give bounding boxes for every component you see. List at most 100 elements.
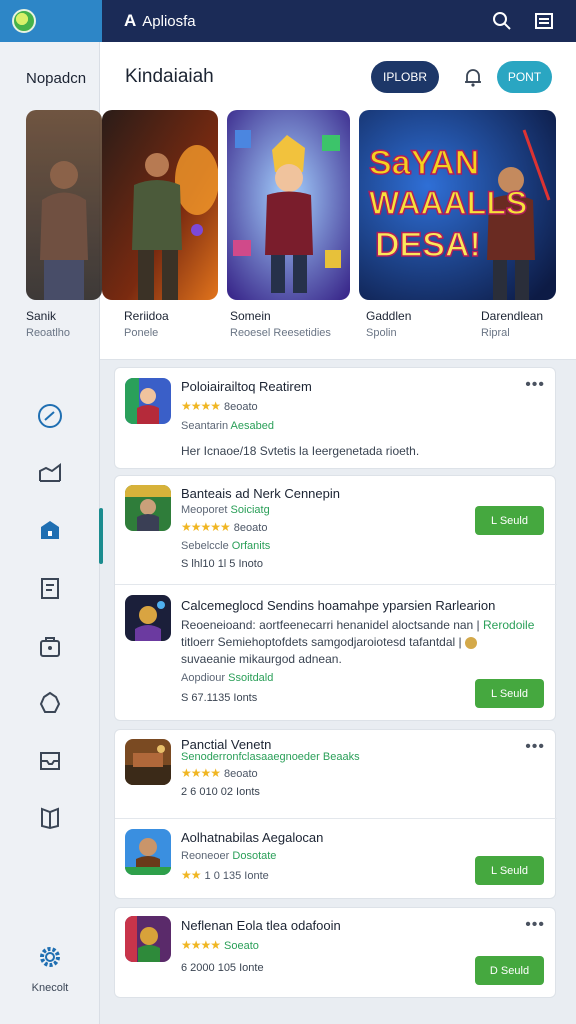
featured-card-1-title: Sanik bbox=[26, 309, 57, 323]
rating-text: 8eoato bbox=[224, 768, 258, 780]
app-icon bbox=[125, 378, 171, 424]
featured-card-1[interactable] bbox=[26, 110, 102, 300]
sidebar-item-inbox[interactable] bbox=[0, 732, 100, 790]
app-size: S 67.1135 Ionts bbox=[181, 692, 258, 704]
list-item[interactable]: Aolhatnabilas Aegalocan Reoneoer Dosotat… bbox=[115, 818, 557, 900]
sidebar-nav bbox=[0, 387, 103, 848]
desc-highlight: Rerodoile bbox=[483, 618, 535, 632]
sidebar-item-puzzle[interactable] bbox=[0, 675, 100, 733]
featured-card-2-sub: Ponele bbox=[124, 327, 159, 339]
inbox-icon bbox=[40, 751, 60, 770]
app-title: Poloiairailtoq Reatirem bbox=[181, 379, 312, 394]
sidebar-item-home[interactable] bbox=[0, 502, 103, 564]
app-size: 6 2000 105 Ionte bbox=[181, 962, 264, 974]
get-button[interactable]: L Seuld bbox=[475, 506, 544, 535]
app-icon bbox=[125, 739, 171, 785]
app-list-panel-4: Neflenan Eola tlea odafooin ★★★★ Soeato 6… bbox=[114, 907, 556, 998]
card-4-art: SaYAN WAAALLS DESA! bbox=[359, 110, 556, 300]
brand-mark: A bbox=[124, 11, 137, 30]
top-bar: A Apliosfa bbox=[0, 0, 576, 42]
card-3-art bbox=[227, 110, 350, 300]
game-thumbnail-icon bbox=[125, 595, 171, 641]
app-size: 2 6 010 02 Ionts bbox=[181, 786, 260, 798]
list-item[interactable]: Banteais ad Nerk Cennepin Meoporet Soici… bbox=[115, 476, 557, 584]
card-2-art bbox=[102, 110, 218, 300]
rating-stars: ★★★★★ 8eoato bbox=[181, 520, 268, 534]
sidebar-item-clipboard[interactable] bbox=[0, 560, 100, 618]
app-title: Panctial Venetn bbox=[181, 737, 272, 752]
app-list-panel-2: Banteais ad Nerk Cennepin Meoporet Soici… bbox=[114, 475, 557, 722]
app-icon bbox=[125, 485, 171, 531]
logo-area[interactable] bbox=[0, 0, 102, 42]
tag-prefix: Meoporet bbox=[181, 504, 228, 516]
banner-line-1: SaYAN bbox=[369, 144, 479, 182]
bell-icon[interactable] bbox=[462, 66, 484, 88]
featured-card-2-title: Reriidoa bbox=[124, 309, 169, 323]
game-thumbnail-icon bbox=[125, 739, 171, 785]
app-description-line-1: Reoeneioand: aortfeenecarri henanidel al… bbox=[181, 618, 534, 632]
featured-card-3-sub: Reoesel Reesetidies bbox=[230, 327, 331, 339]
app-size: 1 0 135 Ionte bbox=[204, 870, 269, 882]
tag-highlight: Senoderronfclasaaegnoeder Beaaks bbox=[181, 751, 360, 763]
coin-icon bbox=[464, 636, 477, 649]
more-options-icon[interactable]: ••• bbox=[525, 738, 545, 756]
sidebar-item-book[interactable] bbox=[0, 790, 100, 848]
brand-name: Apliosfa bbox=[142, 12, 196, 30]
sidebar-item-bag[interactable] bbox=[0, 617, 100, 675]
featured-card-5-title: Darendlean bbox=[481, 309, 544, 323]
gauge-icon bbox=[38, 403, 62, 428]
banner-line-2: WAAALLS bbox=[369, 185, 527, 221]
get-button[interactable]: D Seuld bbox=[475, 956, 544, 985]
list-item[interactable]: Neflenan Eola tlea odafooin ★★★★ Soeato 6… bbox=[115, 908, 557, 999]
sidebar-title: Nopadcn bbox=[26, 70, 87, 87]
app-logo[interactable] bbox=[12, 9, 36, 33]
game-thumbnail-icon bbox=[125, 916, 171, 962]
tag-prefix: Aopdiour bbox=[181, 672, 226, 684]
banner-line-3: DESA! bbox=[375, 226, 481, 264]
app-list-panel-1: Poloiairailtoq Reatirem ★★★★ 8eoato Seant… bbox=[114, 367, 556, 469]
app-tagline: Senoderronfclasaaegnoeder Beaaks bbox=[181, 751, 360, 763]
app-icon bbox=[125, 829, 171, 875]
desc-text: titloerr Semiehoptofdets samgodjaroiotes… bbox=[181, 635, 462, 649]
rating-stars: ★★★★ Soeato bbox=[181, 938, 259, 952]
rating-stars: ★★★★ 8eoato bbox=[181, 399, 258, 413]
secondary-button[interactable]: PONT bbox=[497, 61, 552, 93]
get-button[interactable]: L Seuld bbox=[475, 679, 544, 708]
settings-button[interactable]: Knecolt bbox=[0, 944, 100, 996]
more-options-icon[interactable]: ••• bbox=[525, 916, 545, 934]
list-item[interactable]: Poloiairailtoq Reatirem ★★★★ 8eoato Seant… bbox=[115, 368, 557, 470]
primary-button[interactable]: IPLOBR bbox=[371, 61, 439, 93]
featured-card-4[interactable]: SaYAN WAAALLS DESA! bbox=[359, 110, 556, 300]
app-tagline: Seantarin Aesabed bbox=[181, 420, 274, 432]
desc-text: Reoeneioand: aortfeenecarri henanidel al… bbox=[181, 618, 480, 632]
list-item[interactable]: Panctial Venetn Senoderronfclasaaegnoede… bbox=[115, 730, 557, 818]
home-icon bbox=[41, 520, 59, 539]
get-button[interactable]: L Seuld bbox=[475, 856, 544, 885]
app-subtag: Sebelccle Orfanits bbox=[181, 540, 270, 552]
featured-card-1-sub: Reoatlho bbox=[26, 327, 71, 339]
app-list-panel-3: Panctial Venetn Senoderronfclasaaegnoede… bbox=[114, 729, 557, 900]
subtag-prefix: Sebelccle bbox=[181, 540, 229, 552]
page-title: Kindaiaiah bbox=[125, 66, 214, 87]
featured-card-3-title: Somein bbox=[230, 309, 271, 323]
sidebar-item-chart[interactable] bbox=[0, 445, 100, 503]
list-item[interactable]: Calcemeglocd Sendins hoamahpe yparsien R… bbox=[115, 584, 557, 722]
more-options-icon[interactable]: ••• bbox=[525, 376, 545, 394]
app-title: Aolhatnabilas Aegalocan bbox=[181, 830, 324, 845]
subtag-highlight: Orfanits bbox=[231, 540, 271, 552]
sidebar-item-gauge[interactable] bbox=[0, 387, 100, 445]
menu-icon[interactable] bbox=[534, 11, 554, 31]
featured-card-2[interactable] bbox=[102, 110, 218, 300]
rating-text: Soeato bbox=[224, 940, 259, 952]
app-title: Banteais ad Nerk Cennepin bbox=[181, 486, 340, 501]
app-tagline: Reoneoer Dosotate bbox=[181, 850, 276, 862]
tag-highlight: Aesabed bbox=[230, 420, 274, 432]
game-thumbnail-icon bbox=[125, 829, 171, 875]
bag-icon bbox=[40, 636, 60, 657]
featured-card-3[interactable] bbox=[227, 110, 350, 300]
tag-prefix: Seantarin bbox=[181, 420, 229, 432]
brand: A Apliosfa bbox=[124, 11, 196, 31]
search-icon[interactable] bbox=[492, 11, 512, 31]
book-icon bbox=[41, 807, 59, 830]
chart-icon bbox=[39, 463, 61, 483]
